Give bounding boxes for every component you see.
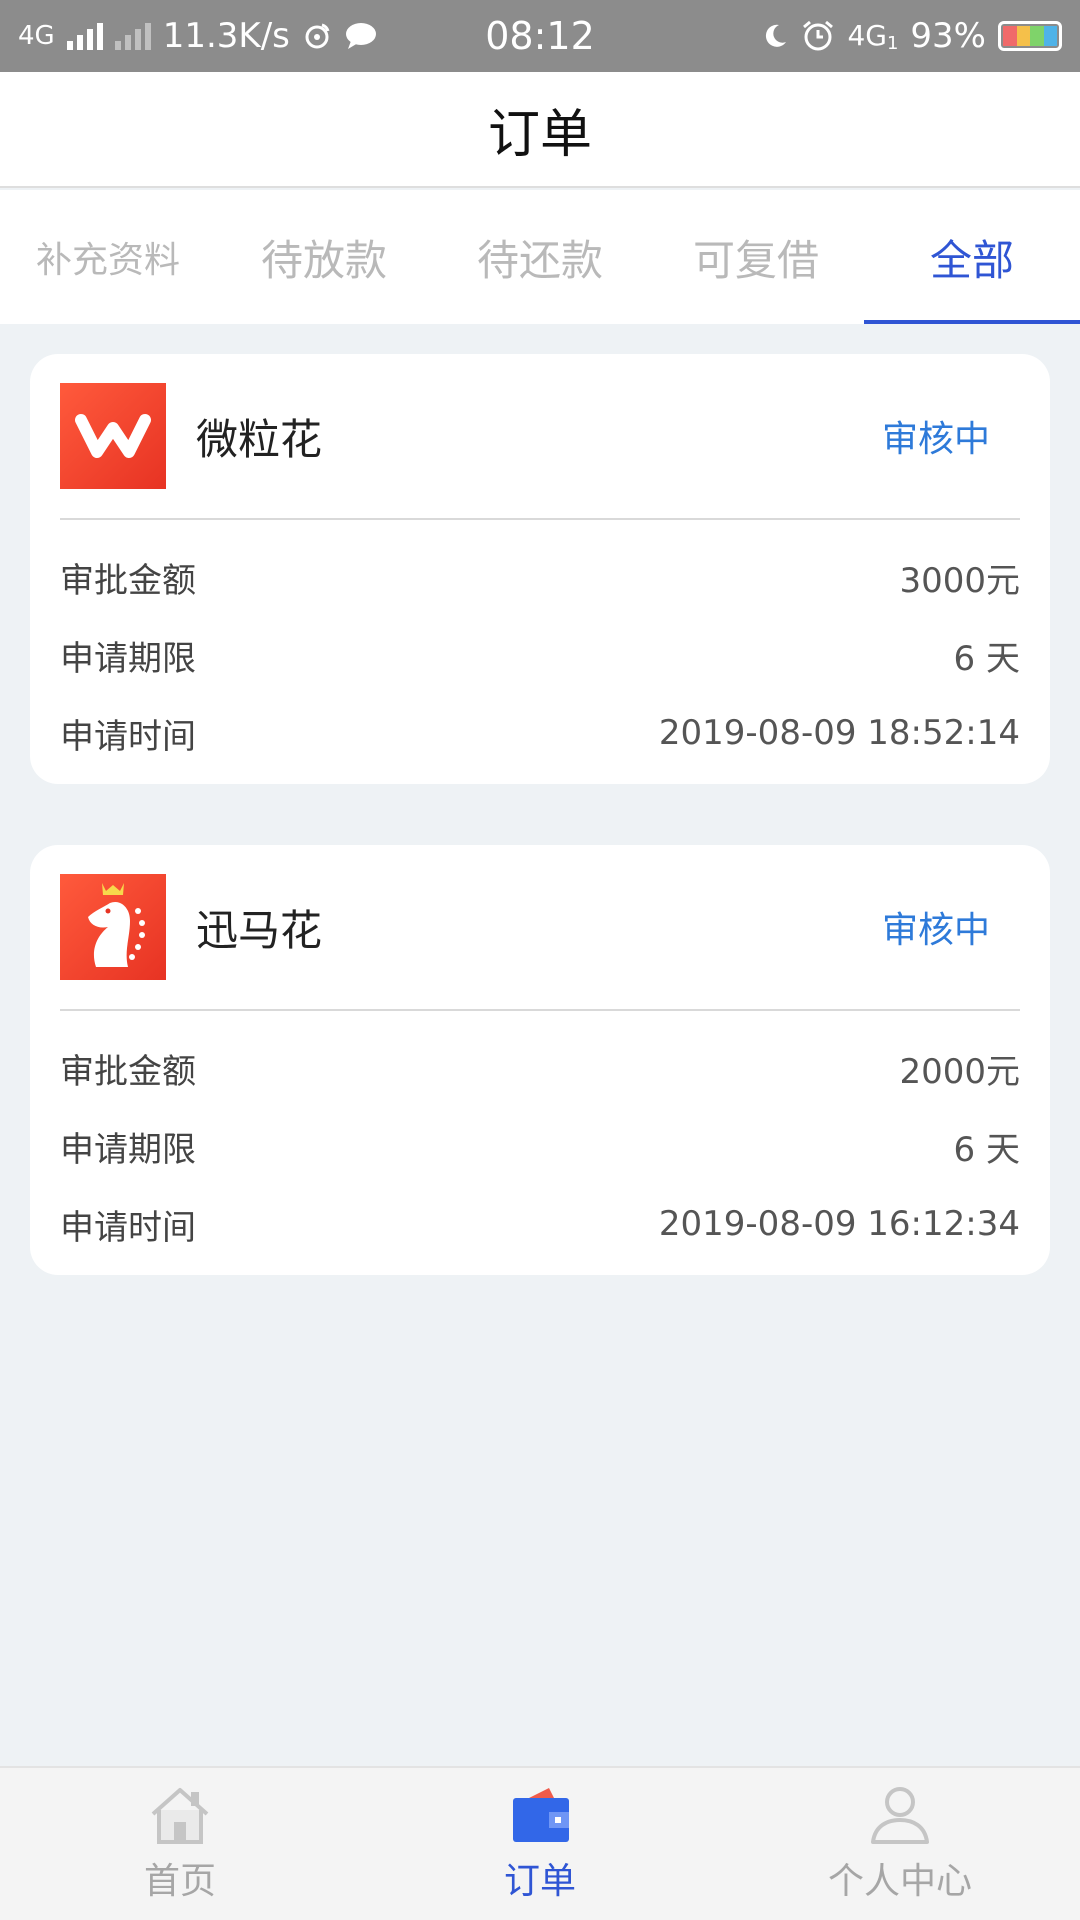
- order-card[interactable]: 微粒花 审核中 审批金额 3000元 申请期限 6 天 申请时间 2019-08…: [30, 354, 1050, 784]
- moon-icon: [761, 22, 789, 50]
- detail-row-amount: 审批金额 2000元: [60, 1029, 1020, 1107]
- lender-name: 微粒花: [196, 414, 323, 464]
- detail-label: 审批金额: [60, 560, 196, 601]
- wallet-icon: [507, 1784, 573, 1846]
- horse-logo-icon: [60, 874, 166, 980]
- detail-row-time: 申请时间 2019-08-09 18:52:14: [60, 694, 1020, 772]
- nav-label: 订单: [503, 1861, 576, 1902]
- order-card[interactable]: 迅马花 审核中 审批金额 2000元 申请期限 6 天 申请时间 2019-08…: [30, 845, 1050, 1275]
- detail-row-term: 申请期限 6 天: [60, 1107, 1020, 1185]
- tab-pending-repayment[interactable]: 待还款: [432, 190, 648, 324]
- battery-icon: [998, 21, 1062, 51]
- detail-value: 6 天: [953, 1129, 1020, 1170]
- status-right: 4G 1 93%: [761, 16, 1062, 56]
- w-logo-icon: [60, 383, 166, 489]
- network-badge: 4G 1: [847, 19, 898, 54]
- detail-label: 审批金额: [60, 1051, 196, 1092]
- detail-row-amount: 审批金额 3000元: [60, 538, 1020, 616]
- detail-value: 3000元: [899, 560, 1020, 601]
- nav-profile[interactable]: 个人中心: [720, 1768, 1080, 1920]
- detail-value: 2019-08-09 18:52:14: [658, 713, 1020, 753]
- weibo-icon: [302, 21, 332, 51]
- detail-value: 6 天: [953, 638, 1020, 679]
- detail-label: 申请期限: [60, 638, 196, 679]
- detail-value: 2000元: [899, 1051, 1020, 1092]
- detail-value: 2019-08-09 16:12:34: [658, 1204, 1020, 1244]
- user-icon: [867, 1784, 933, 1846]
- network-badge-label: 4G: [847, 18, 887, 52]
- battery-percent: 93%: [910, 16, 986, 56]
- lender-name: 迅马花: [196, 905, 323, 955]
- tab-all[interactable]: 全部: [864, 190, 1080, 324]
- home-icon: [147, 1784, 213, 1846]
- message-icon: [344, 21, 378, 51]
- order-card-header: 微粒花 审核中: [60, 354, 1020, 520]
- tab-reborrowable[interactable]: 可复借: [648, 190, 864, 324]
- detail-label: 申请期限: [60, 1129, 196, 1170]
- nav-orders[interactable]: 订单: [360, 1768, 720, 1920]
- tab-pending-disbursement[interactable]: 待放款: [216, 190, 432, 324]
- tab-supplement-info[interactable]: 补充资料: [0, 190, 216, 324]
- signal-secondary-icon: [114, 22, 151, 50]
- nav-label: 个人中心: [827, 1861, 972, 1902]
- order-details: 审批金额 2000元 申请期限 6 天 申请时间 2019-08-09 16:1…: [30, 1011, 1050, 1263]
- page-title: 订单: [487, 104, 592, 165]
- order-details: 审批金额 3000元 申请期限 6 天 申请时间 2019-08-09 18:5…: [30, 520, 1050, 772]
- nav-label: 首页: [143, 1861, 216, 1902]
- network-type: 4G: [18, 21, 55, 51]
- status-badge: 审核中: [881, 910, 990, 951]
- nav-home[interactable]: 首页: [0, 1768, 360, 1920]
- order-tabs: 补充资料 待放款 待还款 可复借 全部: [0, 190, 1080, 324]
- network-badge-sub: 1: [886, 32, 899, 54]
- page-header: 订单: [0, 72, 1080, 188]
- status-left: 4G 11.3K/s: [18, 16, 378, 56]
- order-card-header: 迅马花 审核中: [60, 845, 1020, 1011]
- signal-icon: [66, 22, 103, 50]
- alarm-icon: [801, 19, 835, 53]
- network-speed: 11.3K/s: [162, 16, 290, 56]
- bottom-nav: 首页 订单 个人中心: [0, 1766, 1080, 1920]
- detail-row-time: 申请时间 2019-08-09 16:12:34: [60, 1185, 1020, 1263]
- status-bar: 4G 11.3K/s 08:12 4G 1 93%: [0, 0, 1080, 72]
- detail-row-term: 申请期限 6 天: [60, 616, 1020, 694]
- status-badge: 审核中: [881, 419, 990, 460]
- detail-label: 申请时间: [60, 1207, 196, 1248]
- detail-label: 申请时间: [60, 716, 196, 757]
